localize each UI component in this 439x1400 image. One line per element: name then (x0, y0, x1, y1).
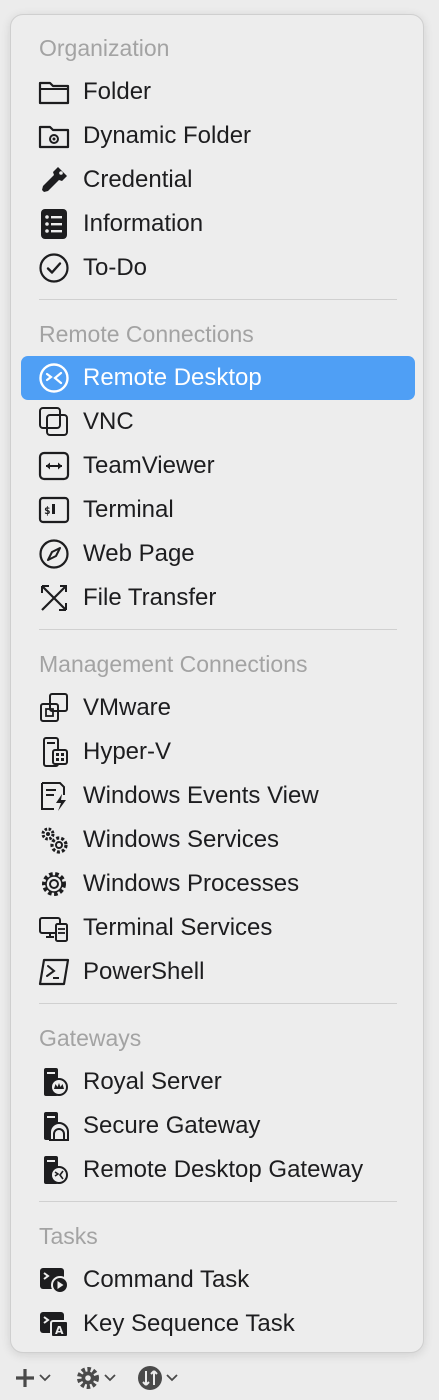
royal-server-icon (37, 1066, 71, 1098)
rd-gateway-icon (37, 1154, 71, 1186)
menu-item-label: Dynamic Folder (83, 122, 252, 149)
terminal-services-icon (37, 912, 71, 944)
menu-item-label: File Transfer (83, 584, 217, 611)
key-sequence-task-icon: A (37, 1308, 71, 1340)
menu-item-label: Secure Gateway (83, 1112, 261, 1139)
menu-item-windows-processes[interactable]: Windows Processes (21, 862, 415, 906)
section-header-organization: Organization (39, 35, 170, 61)
plus-icon (14, 1367, 36, 1389)
menu-item-label: Windows Events View (83, 782, 319, 809)
menu-item-vnc[interactable]: VNC (21, 400, 415, 444)
events-view-icon (37, 780, 71, 812)
section-header-remote-connections: Remote Connections (39, 321, 254, 347)
menu-item-label: Remote Desktop (83, 364, 262, 391)
menu-item-royal-server[interactable]: Royal Server (21, 1060, 415, 1104)
menu-item-secure-gateway[interactable]: Secure Gateway (21, 1104, 415, 1148)
section-header-management-connections: Management Connections (39, 651, 308, 677)
menu-item-label: Terminal (83, 496, 174, 523)
menu-item-label: Terminal Services (83, 914, 273, 941)
menu-item-web-page[interactable]: Web Page (21, 532, 415, 576)
menu-item-key-sequence-task[interactable]: A Key Sequence Task (21, 1302, 415, 1346)
key-icon (37, 164, 71, 196)
menu-item-label: VNC (83, 408, 134, 435)
menu-item-label: Folder (83, 78, 152, 105)
menu-item-remote-desktop[interactable]: Remote Desktop (21, 356, 415, 400)
secure-gateway-icon (37, 1110, 71, 1142)
menu-item-terminal[interactable]: $ Terminal (21, 488, 415, 532)
separator (39, 629, 397, 630)
menu-item-label: Information (83, 210, 204, 237)
menu-item-dynamic-folder[interactable]: Dynamic Folder (21, 114, 415, 158)
menu-item-to-do[interactable]: To-Do (21, 246, 415, 290)
add-item-menu: Organization Folder Dynamic Folder Crede… (10, 14, 424, 1353)
section-header-gateways: Gateways (39, 1025, 142, 1051)
information-icon (37, 208, 71, 240)
menu-item-label: Windows Services (83, 826, 280, 853)
dynamic-folder-icon (37, 120, 71, 152)
folder-icon (37, 76, 71, 108)
separator (39, 1003, 397, 1004)
vmware-icon (37, 692, 71, 724)
menu-item-label: VMware (83, 694, 172, 721)
menu-item-folder[interactable]: Folder (21, 70, 415, 114)
gears-icon (37, 824, 71, 856)
menu-item-powershell[interactable]: PowerShell (21, 950, 415, 994)
menu-item-label: To-Do (83, 254, 148, 281)
menu-item-label: Remote Desktop Gateway (83, 1156, 364, 1183)
menu-item-terminal-services[interactable]: Terminal Services (21, 906, 415, 950)
separator (39, 1201, 397, 1202)
add-menu-button[interactable] (14, 1360, 51, 1396)
menu-item-command-task[interactable]: Command Task (21, 1258, 415, 1302)
chevron-down-icon (39, 1374, 51, 1382)
connect-icon (137, 1365, 163, 1391)
settings-menu-button[interactable] (75, 1360, 116, 1396)
remote-desktop-icon (37, 362, 71, 394)
compass-icon (37, 538, 71, 570)
menu-item-label: Command Task (83, 1266, 250, 1293)
menu-item-label: PowerShell (83, 958, 205, 985)
section-header-tasks: Tasks (39, 1223, 98, 1249)
menu-item-windows-services[interactable]: Windows Services (21, 818, 415, 862)
svg-text:$: $ (44, 504, 51, 517)
separator (39, 299, 397, 300)
checkmark-circle-icon (37, 252, 71, 284)
connect-menu-button[interactable] (137, 1360, 178, 1396)
gear-icon (37, 868, 71, 900)
menu-item-remote-desktop-gateway[interactable]: Remote Desktop Gateway (21, 1148, 415, 1192)
terminal-icon: $ (37, 494, 71, 526)
vnc-icon (37, 406, 71, 438)
menu-item-teamviewer[interactable]: TeamViewer (21, 444, 415, 488)
bottom-toolbar (0, 1356, 439, 1400)
chevron-down-icon (166, 1374, 178, 1382)
menu-item-hyper-v[interactable]: Hyper-V (21, 730, 415, 774)
menu-item-vmware[interactable]: VMware (21, 686, 415, 730)
menu-item-windows-events-view[interactable]: Windows Events View (21, 774, 415, 818)
svg-text:A: A (55, 1324, 64, 1337)
file-transfer-icon (37, 582, 71, 614)
menu-item-label: Credential (83, 166, 193, 193)
menu-item-label: Royal Server (83, 1068, 222, 1095)
menu-item-information[interactable]: Information (21, 202, 415, 246)
menu-item-label: Key Sequence Task (83, 1310, 295, 1337)
menu-item-label: TeamViewer (83, 452, 215, 479)
menu-item-credential[interactable]: Credential (21, 158, 415, 202)
menu-item-label: Hyper-V (83, 738, 172, 765)
chevron-down-icon (104, 1374, 116, 1382)
menu-item-label: Windows Processes (83, 870, 300, 897)
powershell-icon (37, 956, 71, 988)
teamviewer-icon (37, 450, 71, 482)
gear-icon (75, 1365, 101, 1391)
command-task-icon (37, 1264, 71, 1296)
menu-item-file-transfer[interactable]: File Transfer (21, 576, 415, 620)
hyper-v-icon (37, 736, 71, 768)
menu-item-label: Web Page (83, 540, 195, 567)
